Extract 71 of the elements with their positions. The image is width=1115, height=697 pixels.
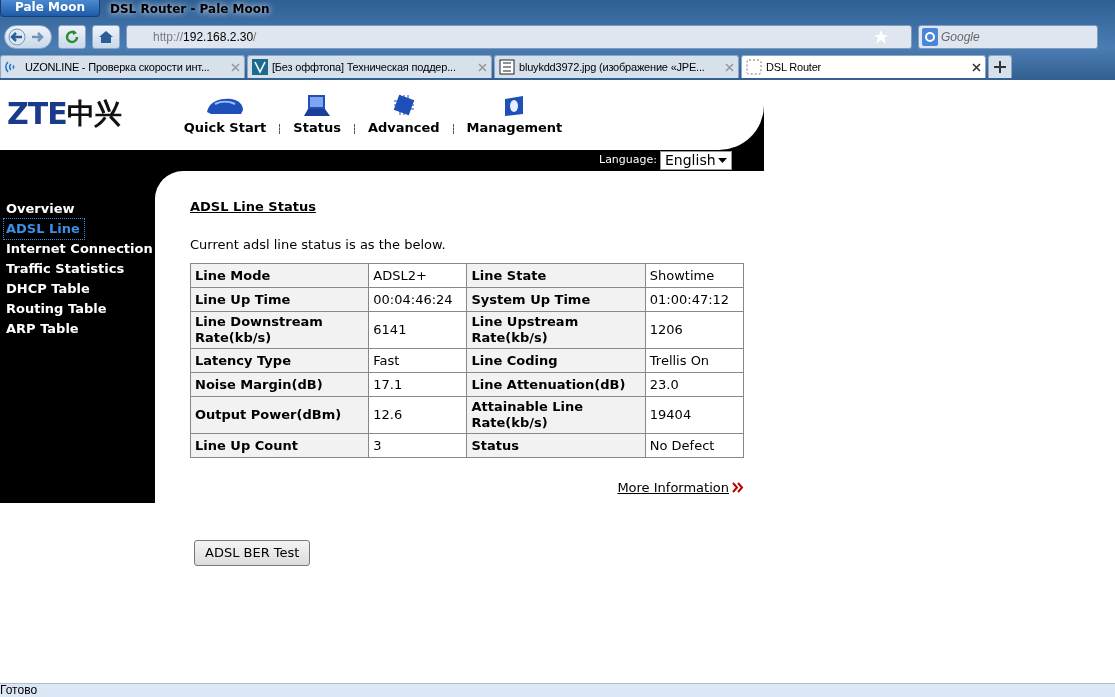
field-label: Status: [467, 433, 646, 458]
top-menu-item[interactable]: Status: [290, 94, 344, 138]
adsl-ber-test-button[interactable]: ADSL BER Test: [194, 540, 311, 566]
field-value: Showtime: [645, 263, 744, 288]
top-menu-item[interactable]: Management: [463, 94, 566, 138]
field-value: ADSL2+: [368, 263, 467, 288]
app-menu-button[interactable]: Pale Moon: [0, 0, 100, 17]
field-label: Line Up Time: [190, 287, 369, 312]
field-label: Line Downstream Rate(kb/s): [190, 311, 369, 349]
sidebar-item[interactable]: Routing Table: [0, 299, 107, 319]
sidebar-item[interactable]: DHCP Table: [0, 279, 90, 299]
language-label: Language:: [599, 152, 657, 169]
field-label: Noise Margin(dB): [190, 372, 369, 397]
field-label: Line Upstream Rate(kb/s): [467, 311, 646, 349]
double-chevron-icon: [732, 482, 744, 494]
field-value: 12.6: [368, 396, 467, 434]
field-value: No Defect: [645, 433, 744, 458]
top-menu-item[interactable]: Advanced: [364, 92, 443, 138]
plus-icon: [994, 61, 1006, 73]
v-logo-icon: [252, 59, 268, 75]
sidebar-item[interactable]: Internet Connection: [0, 239, 153, 259]
field-value: 23.0: [645, 372, 744, 397]
new-tab-button[interactable]: [988, 55, 1012, 78]
browser-tab[interactable]: UZONLINE - Проверка скорости инт...: [0, 55, 245, 78]
status-text: Готово: [0, 683, 1115, 697]
browser-tab[interactable]: DSL Router: [741, 55, 986, 78]
image-file-icon: [499, 59, 515, 75]
language-select[interactable]: English: [660, 151, 732, 170]
sidebar-item[interactable]: ADSL Line: [4, 219, 84, 239]
zte-logo: ZTE中兴: [7, 98, 121, 130]
field-value: Fast: [368, 348, 467, 373]
reload-icon: [64, 29, 80, 45]
blank-page-icon: [746, 59, 762, 75]
field-label: Line Up Count: [190, 433, 369, 458]
field-value: 1206: [645, 311, 744, 349]
field-label: Line Coding: [467, 348, 646, 373]
search-field[interactable]: Google: [918, 25, 1098, 49]
field-label: Output Power(dBm): [190, 396, 369, 434]
more-information-link[interactable]: More Information: [617, 478, 744, 498]
home-button[interactable]: [92, 25, 120, 49]
dropdown-caret-icon: [718, 158, 727, 163]
window-title: DSL Router - Pale Moon: [110, 1, 270, 18]
search-engine-icon: [922, 28, 938, 46]
sidebar-item[interactable]: Traffic Statistics: [0, 259, 125, 279]
intro-text: Current adsl line status is as the below.: [190, 235, 447, 254]
sidebar-item[interactable]: Overview: [0, 199, 75, 219]
top-menu-item[interactable]: Quick Start: [180, 96, 270, 138]
star-icon[interactable]: [873, 29, 889, 45]
field-label: Line Attenuation(dB): [467, 372, 646, 397]
field-label: System Up Time: [467, 287, 646, 312]
address-field[interactable]: http://192.168.2.30/: [126, 25, 912, 49]
home-icon: [98, 30, 114, 44]
field-value: 17.1: [368, 372, 467, 397]
field-value: 01:00:47:12: [645, 287, 744, 312]
close-icon[interactable]: [972, 62, 981, 72]
back-forward-button[interactable]: [4, 25, 52, 49]
sidebar-item[interactable]: ARP Table: [0, 319, 79, 339]
section-heading: ADSL Line Status: [190, 198, 317, 216]
field-value: Trellis On: [645, 348, 744, 373]
field-value: 00:04:46:24: [368, 287, 467, 312]
field-value: 6141: [368, 311, 467, 349]
browser-tab[interactable]: bluykdd3972.jpg (изображение «JPE...: [494, 55, 739, 78]
field-value: 19404: [645, 396, 744, 434]
field-label: Line Mode: [190, 263, 369, 288]
field-label: Line State: [467, 263, 646, 288]
field-label: Latency Type: [190, 348, 369, 373]
field-value: 3: [368, 433, 467, 458]
field-label: Attainable Line Rate(kb/s): [467, 396, 646, 434]
reload-button[interactable]: [58, 25, 86, 49]
laptop-icon: [302, 94, 333, 118]
browser-tab[interactable]: [Без оффтопа] Техническая поддер...: [247, 55, 492, 78]
